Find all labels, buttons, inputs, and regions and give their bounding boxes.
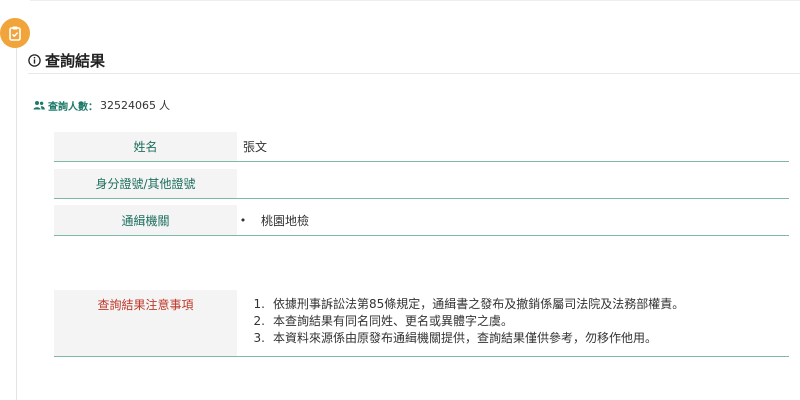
row-label-notes: 查詢結果注意事項 [54,290,237,356]
row-value-agency-wrap: • 桃園地檢 [237,205,789,235]
result-row-name: 姓名 張文 [54,132,789,162]
row-label-id: 身分證號/其他證號 [54,169,237,198]
note-item: 1. 依據刑事訴訟法第85條規定，通緝書之發布及撤銷係屬司法院及法務部權責。 [237,296,685,313]
query-count-label: 查詢人數： [48,101,98,113]
note-number: 1. [253,297,265,311]
row-value-agency: 桃園地檢 [261,213,310,228]
note-text: 本資料來源係由原發布通緝機關提供，查詢結果僅供參考，勿移作他用。 [273,331,658,345]
page-title: 查詢結果 [45,52,106,70]
query-count: 查詢人數： 32524065 人 [33,97,170,113]
note-number: 2. [253,314,265,328]
notes-list: 1. 依據刑事訴訟法第85條規定，通緝書之發布及撤銷係屬司法院及法務部權責。 2… [237,290,685,347]
notes-value: 1. 依據刑事訴訟法第85條規定，通緝書之發布及撤銷係屬司法院及法務部權責。 2… [237,290,789,356]
result-row-id: 身分證號/其他證號 [54,169,789,199]
note-item: 3. 本資料來源係由原發布通緝機關提供，查詢結果僅供參考，勿移作他用。 [237,330,684,347]
page-header: 查詢結果 [28,50,105,71]
top-divider [30,0,800,1]
note-text: 依據刑事訴訟法第85條規定，通緝書之發布及撤銷係屬司法院及法務部權責。 [273,297,685,311]
query-count-value: 32524065 [100,98,156,112]
row-value-name: 張文 [243,140,268,154]
header-divider [28,73,800,74]
row-value-id [237,169,789,198]
query-count-unit: 人 [159,99,170,112]
info-icon [28,54,41,67]
note-number: 3. [253,331,265,345]
users-icon [33,101,45,110]
result-row-notes: 查詢結果注意事項 1. 依據刑事訴訟法第85條規定，通緝書之發布及撤銷係屬司法院… [54,290,789,357]
note-item: 2. 本查詢結果有同名同姓、更名或異體字之虞。 [237,313,684,330]
clipboard-badge [0,18,30,48]
clipboard-icon [9,26,21,41]
row-label-name: 姓名 [54,132,237,161]
row-label-agency: 通緝機關 [54,205,237,235]
result-row-agency: 通緝機關 • 桃園地檢 [54,205,789,236]
left-divider [16,44,17,400]
agency-bullet: • [239,213,247,227]
note-text: 本查詢結果有同名同姓、更名或異體字之虞。 [273,314,514,328]
